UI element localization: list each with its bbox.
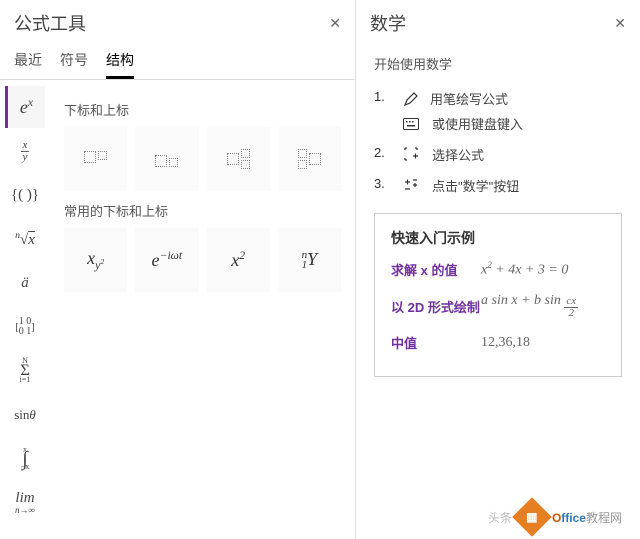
left-panel-title: 公式工具 [14, 10, 86, 36]
tab-recent[interactable]: 最近 [14, 50, 42, 79]
template-n1y[interactable]: n1Y [278, 228, 341, 292]
template-row-1 [64, 127, 341, 191]
section-common-title: 常用的下标和上标 [64, 201, 341, 220]
tab-bar: 最近 符号 结构 [0, 42, 355, 80]
examples-title: 快速入门示例 [391, 228, 605, 248]
example-median-math: 12,36,18 [481, 335, 530, 351]
step-2-text: 选择公式 [432, 145, 622, 164]
template-subscript[interactable] [135, 127, 198, 191]
section-subscript-superscript-title: 下标和上标 [64, 100, 341, 119]
left-body: ex xy {( )} n√x ä [1 00 1] NΣi=1 sin θ x… [0, 80, 355, 539]
step-2-number: 2. [374, 145, 390, 160]
example-row-plot[interactable]: 以 2D 形式绘制 a sin x + b sin cx2 [391, 293, 605, 319]
example-plot-label: 以 2D 形式绘制 [391, 297, 481, 316]
office-logo-icon: ▦ [512, 497, 552, 537]
step-1b-text: 或使用键盘键入 [432, 114, 622, 133]
rail-radical[interactable]: n√x [5, 218, 45, 260]
math-button-icon [402, 176, 420, 194]
example-median-label: 中值 [391, 333, 481, 352]
step-1-number: 1. [374, 89, 390, 104]
template-x-ysquared[interactable]: xy2 [64, 228, 127, 292]
close-icon[interactable]: ✕ [329, 15, 341, 32]
right-panel-header: 数学 ✕ [356, 0, 640, 42]
get-started-heading: 开始使用数学 [374, 54, 622, 73]
template-e-iwt[interactable]: e−iωt [135, 228, 198, 292]
example-plot-math: a sin x + b sin cx2 [481, 293, 578, 319]
rail-superscript[interactable]: ex [5, 86, 45, 128]
rail-function[interactable]: sin θ [5, 394, 45, 436]
rail-limit[interactable]: limn→∞ [5, 482, 45, 524]
right-panel-title: 数学 [370, 10, 406, 36]
step-3-number: 3. [374, 176, 390, 191]
rail-fraction[interactable]: xy [5, 130, 45, 172]
formula-tools-panel: 公式工具 ✕ 最近 符号 结构 ex xy {( )} n√x ä [1 00 … [0, 0, 356, 539]
step-1: 1. 用笔绘写公式 或使用键盘键入 [374, 89, 622, 133]
math-panel: 数学 ✕ 开始使用数学 1. 用笔绘写公式 或使用键盘键入 2. 选择公式 [356, 0, 640, 539]
example-row-solve[interactable]: 求解 x 的值 x2 + 4x + 3 = 0 [391, 260, 605, 279]
step-1a-text: 用笔绘写公式 [430, 89, 622, 108]
left-panel-header: 公式工具 ✕ [0, 0, 355, 42]
rail-brackets[interactable]: {( )} [5, 174, 45, 216]
watermark-sub: 头条 [488, 509, 512, 526]
template-superscript[interactable] [64, 127, 127, 191]
step-3-text: 点击"数学"按钮 [432, 176, 622, 195]
template-x-squared[interactable]: x2 [207, 228, 270, 292]
template-subsuperscript[interactable] [207, 127, 270, 191]
example-row-median[interactable]: 中值 12,36,18 [391, 333, 605, 352]
template-row-2: xy2 e−iωt x2 n1Y [64, 228, 341, 292]
watermark-text: OOfficeffice教程网 [552, 509, 622, 526]
example-solve-label: 求解 x 的值 [391, 260, 481, 279]
pen-icon [402, 90, 420, 108]
tab-symbols[interactable]: 符号 [60, 50, 88, 79]
select-icon [402, 145, 420, 163]
rail-integral[interactable]: x∫−x [5, 438, 45, 480]
quick-start-examples: 快速入门示例 求解 x 的值 x2 + 4x + 3 = 0 以 2D 形式绘制… [374, 213, 622, 377]
right-body: 开始使用数学 1. 用笔绘写公式 或使用键盘键入 2. 选择公式 3. [356, 42, 640, 539]
step-2: 2. 选择公式 [374, 145, 622, 164]
example-solve-math: x2 + 4x + 3 = 0 [481, 260, 568, 279]
structures-main: 下标和上标 常用的下标和上标 xy2 e−iωt x2 [50, 80, 355, 539]
template-presubsuperscript[interactable] [278, 127, 341, 191]
rail-accent[interactable]: ä [5, 262, 45, 304]
keyboard-icon [402, 115, 420, 133]
rail-sum[interactable]: NΣi=1 [5, 350, 45, 392]
rail-matrix[interactable]: [1 00 1] [5, 306, 45, 348]
close-icon[interactable]: ✕ [614, 15, 626, 32]
structure-category-rail: ex xy {( )} n√x ä [1 00 1] NΣi=1 sin θ x… [0, 80, 50, 539]
tab-structures[interactable]: 结构 [106, 50, 134, 79]
step-3: 3. 点击"数学"按钮 [374, 176, 622, 195]
watermark: 头条 ▦ OOfficeffice教程网 [488, 503, 622, 531]
